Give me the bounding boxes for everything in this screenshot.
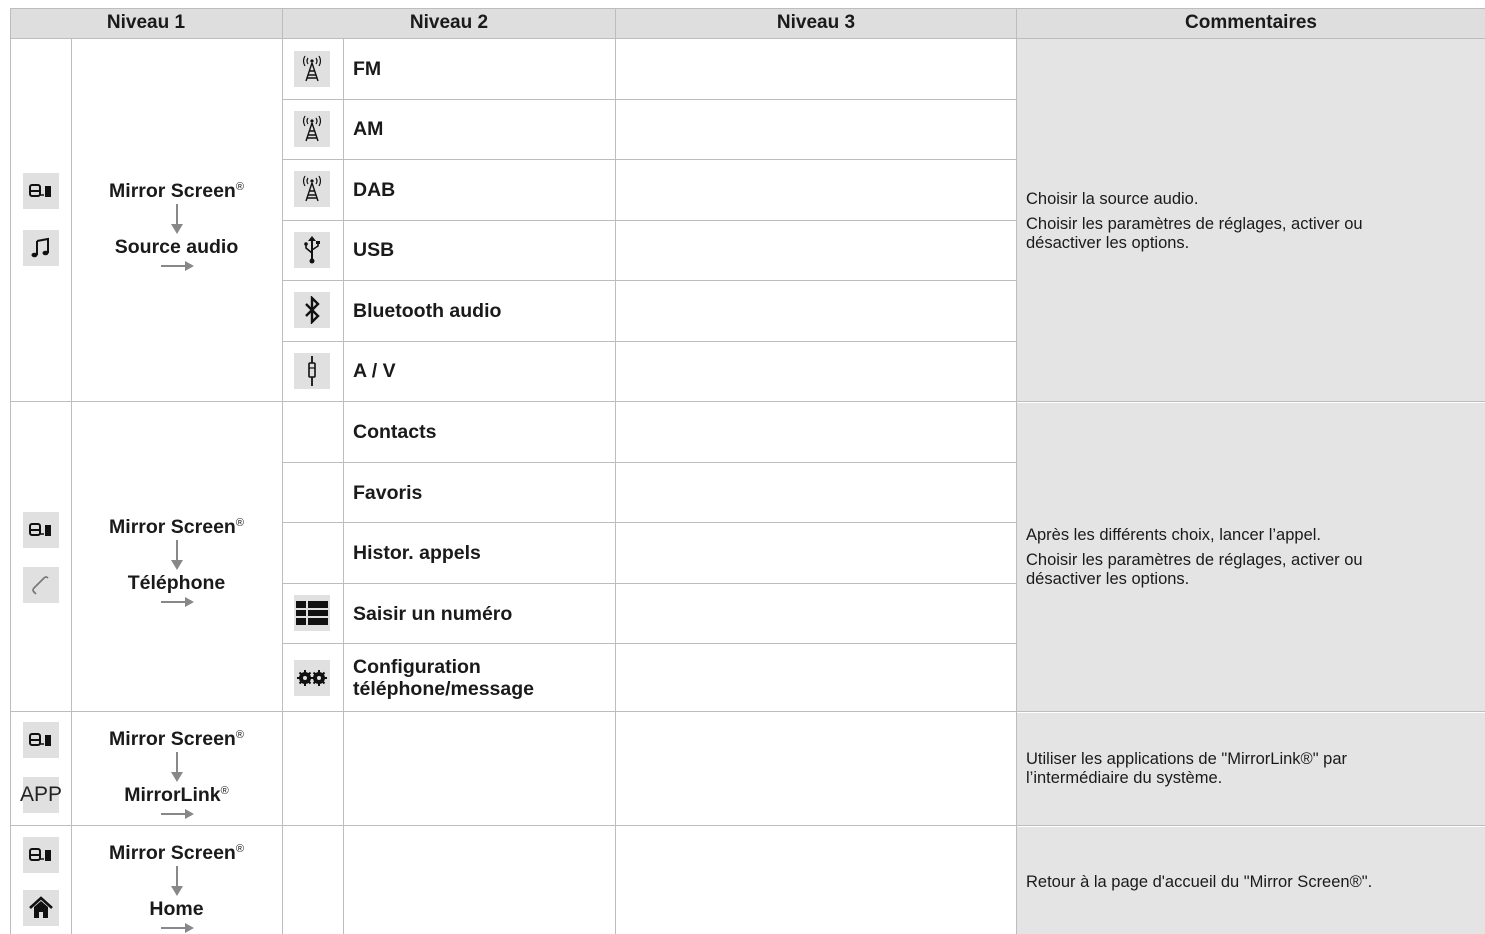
mirror-screen-icon [23,173,59,209]
level1-title: Mirror Screen [109,842,236,864]
level1-title: Mirror Screen [109,180,236,202]
level1-subtitle[interactable]: Home [71,898,282,922]
level1-subtitle[interactable]: MirrorLink [124,784,220,806]
level2-item[interactable]: DAB [353,179,395,201]
level2-item[interactable]: AM [353,118,383,140]
keypad-icon [294,595,330,631]
app-icon: APP [20,777,62,813]
header-niveau-1: Niveau 1 [10,8,282,38]
level2-item[interactable]: Saisir un numéro [353,603,512,625]
menu-table: Niveau 1 Niveau 2 Niveau 3 Commentaires … [10,8,1485,934]
comment-phone: Après les différents choix, lancer l’app… [1026,526,1363,588]
down-arrow-icon [170,752,183,782]
mirror-screen-icon [23,837,59,873]
level2-item[interactable]: A / V [353,360,396,382]
comment-home: Retour à la page d'accueil du "Mirror Sc… [1026,873,1373,891]
level1-subtitle[interactable]: Téléphone [71,572,282,596]
level2-item-configuration[interactable]: Configuration téléphone/message [353,656,534,700]
right-arrow-icon [160,597,194,607]
right-arrow-icon [160,261,194,271]
mirror-screen-icon [23,722,59,758]
level2-item[interactable]: Favoris [353,482,422,504]
down-arrow-icon [170,866,183,896]
right-arrow-icon [160,923,194,933]
comment-mirrorlink: Utiliser les applications de "MirrorLink… [1026,750,1347,787]
antenna-icon [294,51,330,87]
phone-handset-icon [23,567,59,603]
level1-mirrorlink: Mirror Screen® MirrorLink® [71,728,282,820]
level2-item[interactable]: Bluetooth audio [353,300,501,322]
level1-subtitle[interactable]: Source audio [71,236,282,260]
level1-title: Mirror Screen [109,728,236,750]
bluetooth-icon [294,292,330,328]
antenna-icon [294,171,330,207]
home-icon [23,890,59,926]
level2-item[interactable]: Histor. appels [353,542,481,564]
antenna-icon [294,111,330,147]
level1-source-audio: Mirror Screen® Source audio [71,180,282,272]
header-niveau-3: Niveau 3 [616,8,1016,38]
level1-telephone: Mirror Screen® Téléphone [71,516,282,608]
level2-item[interactable]: Contacts [353,421,436,443]
down-arrow-icon [170,540,183,570]
mirror-screen-icon [23,512,59,548]
level2-item[interactable]: FM [353,58,381,80]
down-arrow-icon [170,204,183,234]
comment-audio: Choisir la source audio. Choisir les par… [1026,190,1363,252]
music-note-icon [23,230,59,266]
level2-item[interactable]: USB [353,239,394,261]
level1-title: Mirror Screen [109,516,236,538]
level1-home: Mirror Screen® Home [71,842,282,934]
gears-icon [294,660,330,696]
usb-icon [294,232,330,268]
right-arrow-icon [160,809,194,819]
header-commentaires: Commentaires [1017,8,1485,38]
jack-icon [294,353,330,389]
header-niveau-2: Niveau 2 [283,8,615,38]
